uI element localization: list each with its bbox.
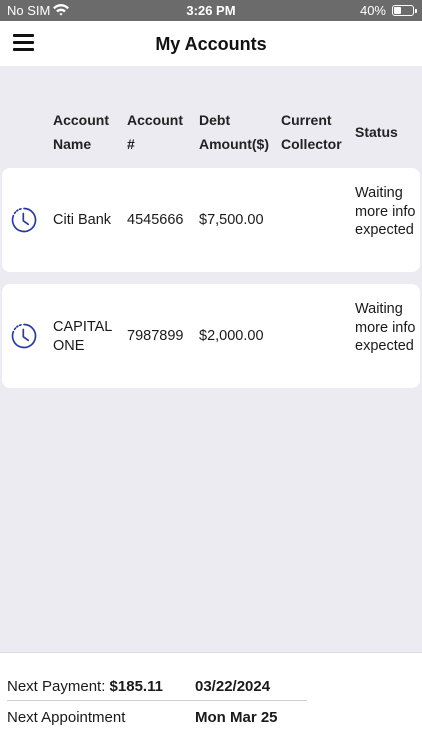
- summary-footer: Next Payment: $185.11 03/22/2024 Next Ap…: [0, 652, 422, 750]
- header-debt-amount: Debt Amount($): [199, 112, 269, 152]
- account-status: Waiting more info expected: [355, 301, 416, 354]
- status-bar: No SIM 3:26 PM 40%: [0, 0, 422, 21]
- account-number: 4545666: [127, 212, 184, 228]
- next-appointment-row[interactable]: Next Appointment Mon Mar 25: [7, 706, 307, 732]
- header-account-number: Account #: [127, 112, 183, 152]
- header-status: Status: [355, 124, 398, 140]
- account-card[interactable]: CAPITAL ONE 7987899 $2,000.00 Waiting mo…: [2, 284, 420, 388]
- page-title: My Accounts: [155, 34, 267, 54]
- header-account-name: Account Name: [53, 112, 109, 152]
- next-payment-date: 03/22/2024: [195, 678, 271, 695]
- nav-bar: My Accounts: [0, 21, 422, 66]
- debt-amount: $2,000.00: [199, 328, 264, 344]
- debt-amount: $7,500.00: [199, 212, 264, 228]
- next-payment-row[interactable]: Next Payment: $185.11 03/22/2024: [7, 675, 307, 701]
- battery-percent: 40%: [359, 3, 386, 18]
- clock-icon: [11, 207, 37, 233]
- account-number: 7987899: [127, 328, 184, 344]
- account-card[interactable]: Citi Bank 4545666 $7,500.00 Waiting more…: [2, 168, 420, 272]
- header-current-collector: Current Collector: [281, 112, 342, 152]
- next-appointment-date: Mon Mar 25: [195, 709, 278, 726]
- account-name: Citi Bank: [53, 212, 112, 228]
- clock-time: 3:26 PM: [186, 3, 236, 18]
- next-appointment-label: Next Appointment: [7, 709, 126, 726]
- battery-icon: [392, 5, 417, 16]
- next-payment-label: Next Payment: $185.11: [7, 678, 163, 695]
- account-name: CAPITAL ONE: [53, 319, 112, 354]
- next-payment-amount: $185.11: [109, 678, 163, 695]
- clock-icon: [11, 323, 37, 349]
- account-status: Waiting more info expected: [355, 185, 416, 238]
